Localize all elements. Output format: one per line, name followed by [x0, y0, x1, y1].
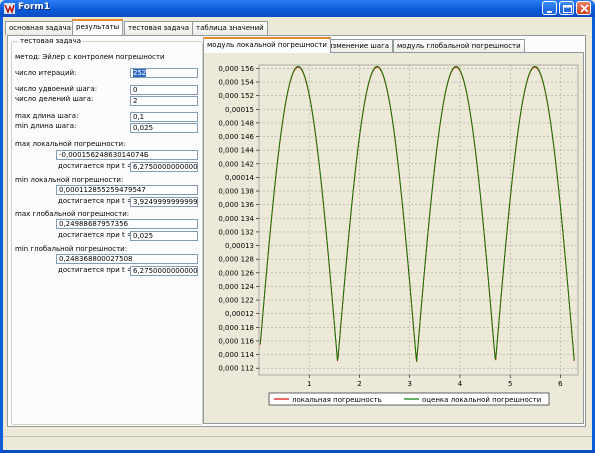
local-error-chart: 0,000 156 0,000 154 0,000 152 0,00015 0,000 … [204, 53, 583, 423]
y-tick-label: 0,000 148 [218, 119, 254, 127]
legend-label-local: локальная погрешность [292, 396, 382, 404]
tab-global-error[interactable]: модуль глобальной погрешности [393, 39, 525, 53]
tab-local-error[interactable]: модуль локальной погрешности [203, 37, 331, 53]
minimize-button[interactable] [542, 1, 557, 15]
y-tick-label: 0,000 134 [218, 215, 254, 223]
y-tick-label: 0,000 114 [218, 351, 254, 359]
max-global-at-label: достигается при t = [58, 231, 133, 239]
y-tick-label: 0,000 156 [218, 65, 254, 73]
y-tick-label: 0,000 136 [218, 201, 254, 209]
tab-label: тестовая задача [128, 24, 190, 32]
test-task-group: тестовая задача метод: Эйлер с контролем… [11, 37, 203, 425]
app-icon [4, 3, 15, 14]
y-tick-label: 0,00012 [225, 310, 254, 318]
maximize-icon [563, 5, 572, 13]
tab-test-task[interactable]: тестовая задача [124, 21, 194, 35]
status-bar [3, 436, 592, 450]
doublings-label: число удвоений шага: [15, 85, 98, 93]
maximize-button[interactable] [559, 1, 574, 15]
x-tick-label: 4 [458, 380, 463, 388]
close-icon [580, 4, 589, 13]
min-global-label: min глобальной погрешности: [15, 245, 128, 253]
y-tick-label: 0,000 154 [218, 79, 254, 87]
tab-value-table[interactable]: таблица значений [192, 21, 268, 35]
title-bar[interactable]: Form1 [0, 0, 595, 17]
max-local-label: max локальной погрешности: [15, 140, 126, 148]
min-step-label: min длина шага: [15, 122, 77, 130]
min-global-at-field[interactable]: 6,27500000000002 [130, 266, 198, 276]
y-tick-label: 0,000 116 [218, 337, 254, 345]
divisions-label: число делений шага: [15, 95, 94, 103]
max-step-label: max длина шага: [15, 112, 79, 120]
y-tick-label: 0,000 112 [218, 365, 254, 373]
tab-label: результаты [76, 23, 120, 31]
min-local-at-field[interactable]: 3,92499999999999 [130, 197, 198, 207]
divisions-field[interactable]: 2 [130, 96, 198, 106]
doublings-field[interactable]: 0 [130, 85, 198, 95]
min-global-field[interactable]: 0,248368800027508 [56, 254, 198, 264]
y-tick-label: 0,000 124 [218, 283, 254, 291]
min-local-at-label: достигается при t = [58, 197, 133, 205]
x-tick-label: 6 [558, 380, 563, 388]
x-tick-label: 1 [307, 380, 311, 388]
window-title: Form1 [18, 2, 51, 12]
y-tick-label: 0,000 126 [218, 269, 254, 277]
y-tick-label: 0,000 144 [218, 147, 254, 155]
y-tick-label: 0,000 146 [218, 133, 254, 141]
legend-label-estimate: оценка локальной погрешности [422, 396, 541, 404]
tab-label: модуль глобальной погрешности [397, 42, 521, 50]
max-global-at-field[interactable]: 0,025 [130, 231, 198, 241]
max-local-at-label: достигается при t = [58, 162, 133, 170]
tab-main-task[interactable]: основная задача [5, 21, 75, 35]
tab-label: таблица значений [196, 24, 264, 32]
max-local-at-field[interactable]: 6,27500000000002 [130, 162, 198, 172]
group-title: тестовая задача [18, 37, 84, 45]
y-tick-label: 0,000 138 [218, 188, 254, 196]
min-local-label: min локальной погрешности: [15, 176, 124, 184]
x-tick-label: 2 [357, 380, 361, 388]
tab-label: основная задача [9, 24, 71, 32]
client-area: основная задача результаты тестовая зада… [3, 17, 592, 450]
tab-label: модуль локальной погрешности [207, 41, 327, 49]
plot-area [258, 64, 579, 376]
x-tick-label: 3 [407, 380, 411, 388]
y-tick-label: 0,000 128 [218, 256, 254, 264]
y-tick-label: 0,00014 [225, 174, 254, 182]
y-tick-label: 0,000 142 [218, 160, 254, 168]
min-local-field[interactable]: 0,000112855259479547 [56, 185, 198, 195]
method-label: метод: Эйлер с контролем погрешности [15, 53, 165, 61]
max-step-field[interactable]: 0,1 [130, 112, 198, 122]
application-window: Form1 основная задача результаты тестова… [0, 0, 595, 453]
y-tick-label: 0,000 118 [218, 324, 254, 332]
x-tick-label: 5 [508, 380, 512, 388]
tab-results[interactable]: результаты [72, 19, 124, 35]
max-local-field[interactable]: -0,00015624863014074Б [56, 150, 198, 160]
iterations-field[interactable]: 252 [130, 68, 198, 78]
tab-step-change[interactable]: изменение шага [324, 39, 394, 53]
max-global-label: max глобальной погрешности: [15, 210, 130, 218]
y-tick-label: 0,00015 [225, 106, 254, 114]
y-tick-label: 0,000 122 [218, 297, 254, 305]
minimize-icon [547, 11, 552, 13]
close-button[interactable] [576, 1, 591, 15]
y-tick-label: 0,00013 [225, 242, 254, 250]
iterations-label: число итераций: [15, 69, 77, 77]
max-global-field[interactable]: 0,24988687957356 [56, 219, 198, 229]
tab-label: изменение шага [328, 42, 390, 50]
min-step-field[interactable]: 0,025 [130, 123, 198, 133]
chart-pane: 0,000 156 0,000 154 0,000 152 0,00015 0,000 … [203, 52, 584, 424]
y-tick-label: 0,000 152 [218, 92, 254, 100]
y-tick-label: 0,000 132 [218, 228, 254, 236]
min-global-at-label: достигается при t = [58, 266, 133, 274]
